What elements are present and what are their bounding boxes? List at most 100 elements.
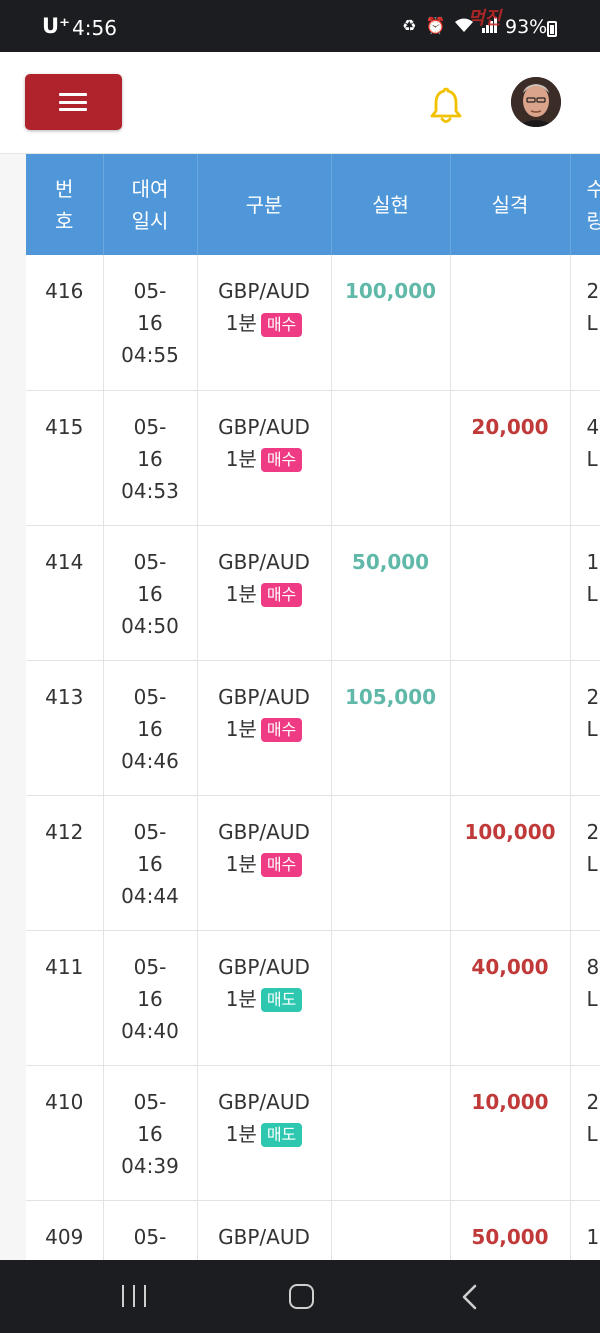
row-qty: 8 L [570, 930, 600, 1066]
back-icon[interactable] [460, 1283, 480, 1311]
row-qty-bottom: L [586, 581, 598, 606]
row-day: 16 [137, 446, 163, 471]
row-failed: 50,000 [450, 1200, 571, 1260]
col-header-qty: 수 량 [570, 154, 600, 255]
failed-amount: 100,000 [464, 819, 556, 844]
row-qty-top: 1 [586, 1224, 600, 1249]
row-time: 04:53 [121, 478, 179, 503]
row-period: 1분 [225, 986, 257, 1011]
menu-button[interactable] [25, 74, 122, 130]
table-row[interactable]: 416 05- 16 04:55 GBP/AUD 1분 매수 100,000 2 … [26, 255, 600, 391]
col-header-realized: 실현 [331, 154, 451, 255]
user-avatar[interactable] [511, 77, 561, 127]
row-time: 04:50 [121, 613, 179, 638]
row-failed: 10,000 [450, 1065, 571, 1201]
row-period: 1분 [225, 311, 257, 335]
row-pair: GBP/AUD [218, 954, 310, 979]
row-number: 410 [26, 1065, 104, 1201]
row-date: 05- [133, 1089, 167, 1114]
clock: 4:56 [72, 16, 117, 40]
hamburger-icon [59, 93, 87, 111]
table-row[interactable]: 411 05- 16 04:40 GBP/AUD 1분 매도 40,000 8 L [26, 930, 600, 1066]
row-date: 05- [133, 414, 167, 439]
row-qty-bottom: L [586, 986, 598, 1011]
side-badge: 매도 [260, 1123, 303, 1147]
row-failed [450, 525, 571, 661]
table-row[interactable]: 414 05- 16 04:50 GBP/AUD 1분 매수 50,000 1 L [26, 525, 600, 661]
row-time: 04:46 [121, 748, 179, 773]
history-table-container[interactable]: 번 호 대여 일시 구분 실현 실격 수 량 416 05- 16 04:55 … [0, 154, 600, 1260]
row-number: 409 [26, 1200, 104, 1260]
row-datetime: 05- 16 04:53 [103, 390, 198, 526]
row-day: 16 [137, 851, 163, 876]
row-datetime: 05- 16 04:46 [103, 660, 198, 796]
side-badge: 매도 [260, 988, 303, 1012]
row-datetime: 05- 16 04:39 [103, 1065, 198, 1201]
battery-icon [547, 21, 557, 37]
row-type: GBP/AUD 1분 매수 [197, 525, 332, 661]
row-number: 413 [26, 660, 104, 796]
realized-amount: 50,000 [351, 549, 430, 574]
row-realized [331, 1200, 451, 1260]
row-pair: GBP/AUD [218, 549, 310, 574]
row-failed [450, 660, 571, 796]
row-date: 05- [133, 819, 167, 844]
row-pair: GBP/AUD [218, 1224, 310, 1249]
row-number: 411 [26, 930, 104, 1066]
battery-percent: 93% [505, 16, 548, 38]
row-number: 414 [26, 525, 104, 661]
row-qty: 2 L [570, 1065, 600, 1201]
system-nav-bar [0, 1260, 600, 1333]
side-badge: 매수 [260, 718, 303, 742]
row-qty-bottom: L [586, 851, 598, 876]
row-qty-top: 4 [586, 414, 600, 439]
row-pair: GBP/AUD [218, 684, 310, 709]
table-row[interactable]: 413 05- 16 04:46 GBP/AUD 1분 매수 105,000 2 … [26, 660, 600, 796]
recycle-icon: ♻ [402, 16, 419, 35]
row-qty: 4 L [570, 390, 600, 526]
failed-amount: 50,000 [471, 1224, 549, 1249]
row-pair: GBP/AUD [218, 1089, 310, 1114]
recent-apps-icon[interactable] [122, 1285, 148, 1307]
row-type: GBP/AUD [197, 1200, 332, 1260]
failed-amount: 10,000 [471, 1089, 549, 1114]
carrier-label: U⁺ [42, 14, 71, 38]
row-qty-top: 2 [586, 1089, 600, 1114]
bell-icon[interactable] [427, 85, 465, 125]
row-qty-bottom: L [586, 311, 598, 335]
table-row[interactable]: 410 05- 16 04:39 GBP/AUD 1분 매도 10,000 2 L [26, 1065, 600, 1201]
row-failed: 20,000 [450, 390, 571, 526]
row-datetime: 05- 16 04:40 [103, 930, 198, 1066]
col-header-date: 대여 일시 [103, 154, 198, 255]
row-number: 415 [26, 390, 104, 526]
table-row[interactable]: 415 05- 16 04:53 GBP/AUD 1분 매수 20,000 4 L [26, 390, 600, 526]
row-type: GBP/AUD 1분 매도 [197, 930, 332, 1066]
status-bar: U⁺ 4:56 ♻ ⏰ 먹진 93% [0, 0, 600, 52]
row-type: GBP/AUD 1분 매수 [197, 390, 332, 526]
failed-amount: 40,000 [471, 954, 549, 979]
row-type: GBP/AUD 1분 매수 [197, 255, 332, 391]
row-time: 04:39 [121, 1153, 179, 1178]
realized-amount: 105,000 [344, 684, 437, 709]
row-time: 04:55 [121, 343, 179, 367]
row-qty: 2 L [570, 255, 600, 391]
row-type: GBP/AUD 1분 매수 [197, 660, 332, 796]
row-datetime: 05- 16 04:50 [103, 525, 198, 661]
row-day: 16 [137, 716, 163, 741]
row-date: 05- [133, 1224, 167, 1249]
row-period: 1분 [225, 581, 257, 606]
home-icon[interactable] [289, 1284, 314, 1309]
row-type: GBP/AUD 1분 매도 [197, 1065, 332, 1201]
row-realized [331, 930, 451, 1066]
row-realized [331, 1065, 451, 1201]
table-row[interactable]: 409 05- GBP/AUD 50,000 1 [26, 1200, 600, 1260]
row-date: 05- [133, 549, 167, 574]
app-header [0, 52, 600, 154]
row-realized [331, 390, 451, 526]
row-realized [331, 795, 451, 931]
row-period: 1분 [225, 446, 257, 471]
row-qty: 1 L [570, 525, 600, 661]
row-number: 412 [26, 795, 104, 931]
row-qty-top: 2 [586, 684, 600, 709]
table-row[interactable]: 412 05- 16 04:44 GBP/AUD 1분 매수 100,000 2 … [26, 795, 600, 931]
